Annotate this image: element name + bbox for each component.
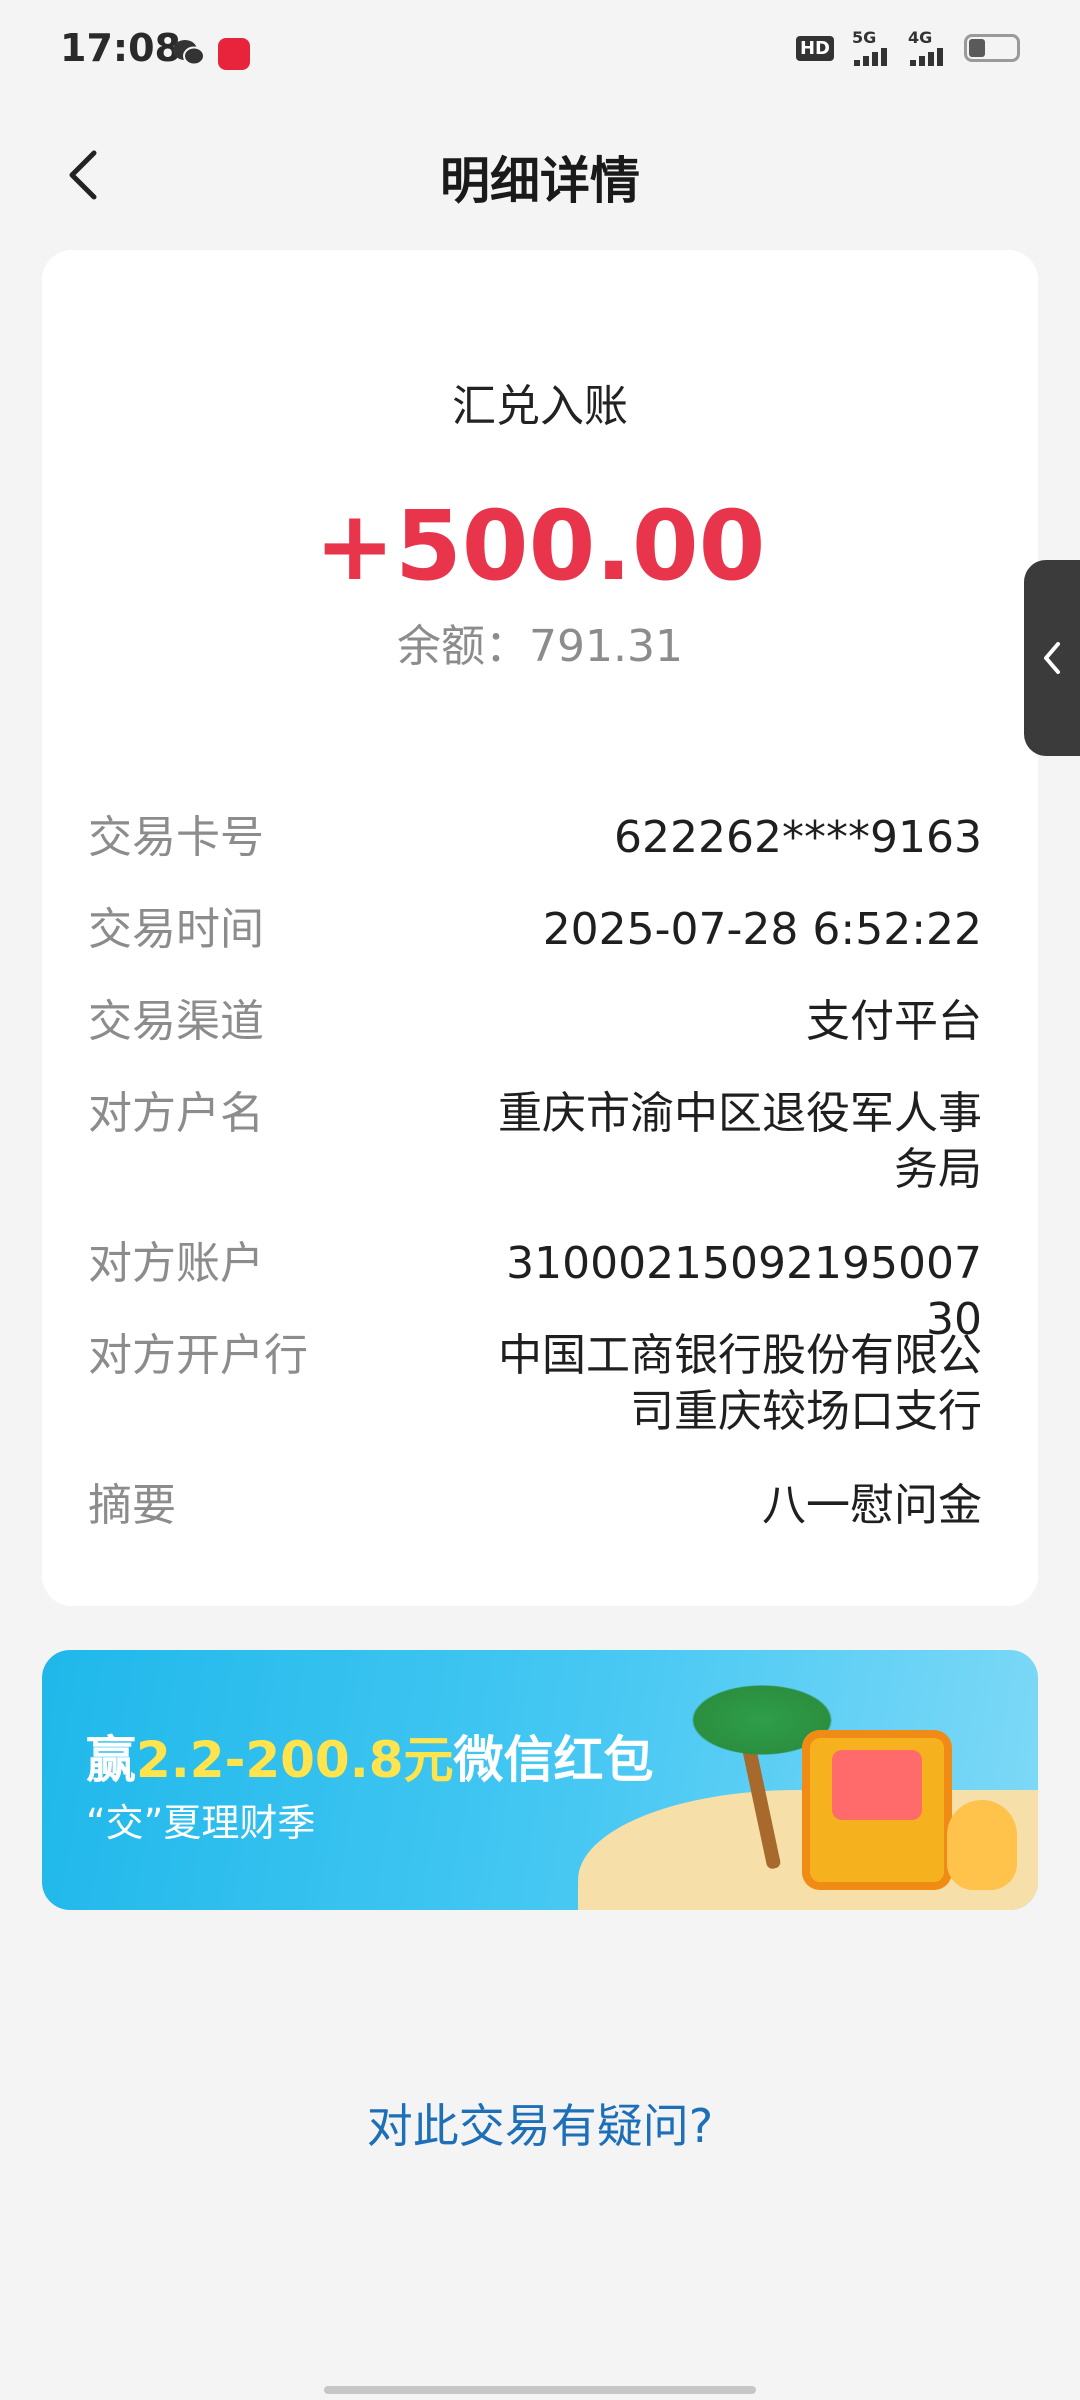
banner-title-suffix: 微信红包	[453, 1731, 654, 1789]
detail-value: 2025-07-28 6:52:22	[542, 904, 982, 955]
signal-5g: 5G	[852, 30, 890, 66]
xiaohongshu-icon	[218, 38, 250, 70]
detail-row-memo: 摘要 八一慰问金	[88, 1478, 982, 1534]
detail-label: 交易时间	[88, 904, 264, 955]
banner-title: 赢2.2-200.8元微信红包	[86, 1720, 653, 1792]
hd-badge: HD	[795, 35, 834, 61]
home-indicator[interactable]	[324, 2386, 756, 2394]
detail-row-counterparty-bank: 对方开户行 中国工商银行股份有限公 司重庆较场口支行	[88, 1328, 982, 1440]
status-indicators: HD 5G 4G	[795, 30, 1020, 66]
status-time: 17:08	[60, 26, 181, 70]
screen: 17:08 HD 5G 4G 明细详情 汇兑入账 +500.00 余额：791.…	[0, 0, 1080, 2400]
detail-row-counterparty-name: 对方户名 重庆市渝中区退役军人事 务局	[88, 1086, 982, 1198]
detail-label: 摘要	[88, 1480, 176, 1531]
detail-value: 支付平台	[806, 996, 982, 1047]
side-drawer-handle[interactable]	[1024, 560, 1080, 756]
detail-value-line: 务局	[894, 1144, 982, 1195]
mascot-illustration	[947, 1800, 1017, 1890]
dispute-link[interactable]: 对此交易有疑问?	[0, 2090, 1080, 2156]
signal-bars-icon	[910, 48, 943, 66]
detail-label: 交易卡号	[88, 812, 264, 863]
account-balance: 余额：791.31	[397, 621, 683, 672]
detail-value: 八一慰问金	[762, 1480, 982, 1531]
transaction-type: 汇兑入账	[452, 381, 628, 432]
detail-label: 对方开户行	[88, 1330, 308, 1381]
detail-value: 重庆市渝中区退役军人事 务局	[498, 1086, 982, 1198]
signal-bars-icon	[854, 48, 887, 66]
header: 明细详情	[0, 105, 1080, 245]
banner-subtitle: “交”夏理财季	[86, 1801, 316, 1845]
battery-level	[969, 39, 985, 57]
detail-value-line: 中国工商银行股份有限公	[498, 1330, 982, 1381]
status-bar: 17:08 HD 5G 4G	[0, 0, 1080, 105]
promo-banner[interactable]: 赢2.2-200.8元微信红包 “交”夏理财季	[42, 1650, 1038, 1910]
signal-4g: 4G	[908, 30, 946, 66]
banner-title-prefix: 赢	[86, 1731, 136, 1789]
chevron-left-icon	[1044, 642, 1060, 674]
detail-label: 交易渠道	[88, 996, 264, 1047]
detail-value: 622262****9163	[614, 812, 982, 863]
detail-value: 中国工商银行股份有限公 司重庆较场口支行	[498, 1328, 982, 1440]
transaction-amount: +500.00	[314, 490, 766, 602]
detail-row-channel: 交易渠道 支付平台	[88, 994, 982, 1050]
detail-value-line: 司重庆较场口支行	[630, 1386, 982, 1437]
detail-row-card-number: 交易卡号 622262****9163	[88, 810, 982, 866]
wechat-icon	[173, 40, 205, 66]
banner-title-highlight: 2.2-200.8元	[136, 1731, 454, 1789]
detail-row-time: 交易时间 2025-07-28 6:52:22	[88, 902, 982, 958]
page-title: 明细详情	[440, 152, 640, 210]
detail-value-line: 重庆市渝中区退役军人事	[498, 1088, 982, 1139]
red-envelope-icon	[832, 1750, 922, 1820]
detail-label: 对方户名	[88, 1088, 264, 1139]
transaction-card: 汇兑入账 +500.00 余额：791.31 交易卡号 622262****91…	[42, 250, 1038, 1606]
battery-icon	[964, 34, 1020, 62]
